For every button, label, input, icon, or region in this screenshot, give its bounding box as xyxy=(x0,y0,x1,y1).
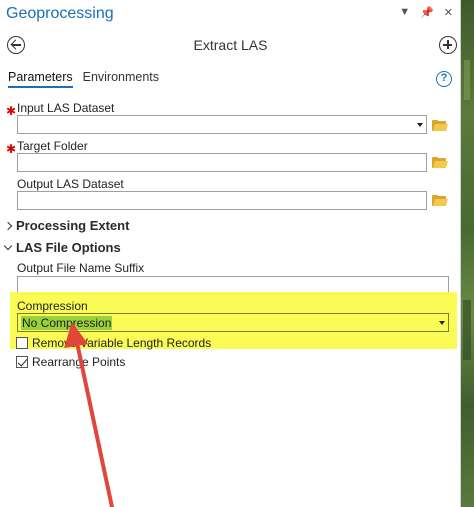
red-arrow-annotation xyxy=(64,322,114,507)
